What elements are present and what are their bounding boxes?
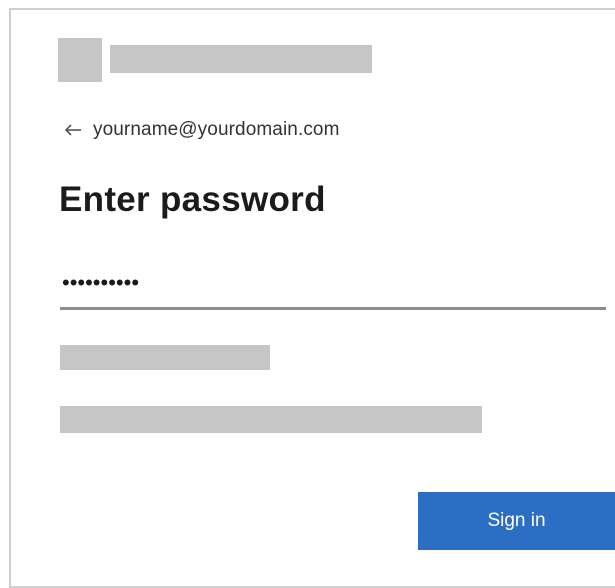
logo-placeholder [58,38,102,82]
forgot-password-link-placeholder[interactable] [60,345,270,370]
arrow-left-icon[interactable] [63,122,83,138]
other-signin-link-placeholder[interactable] [60,406,482,433]
account-identity: yourname@yourdomain.com [93,119,340,140]
sign-in-button[interactable]: Sign in [418,492,615,550]
brand-name-placeholder [110,45,372,73]
identity-row: yourname@yourdomain.com [63,118,340,142]
page-title: Enter password [59,180,326,219]
password-field[interactable] [60,258,606,310]
